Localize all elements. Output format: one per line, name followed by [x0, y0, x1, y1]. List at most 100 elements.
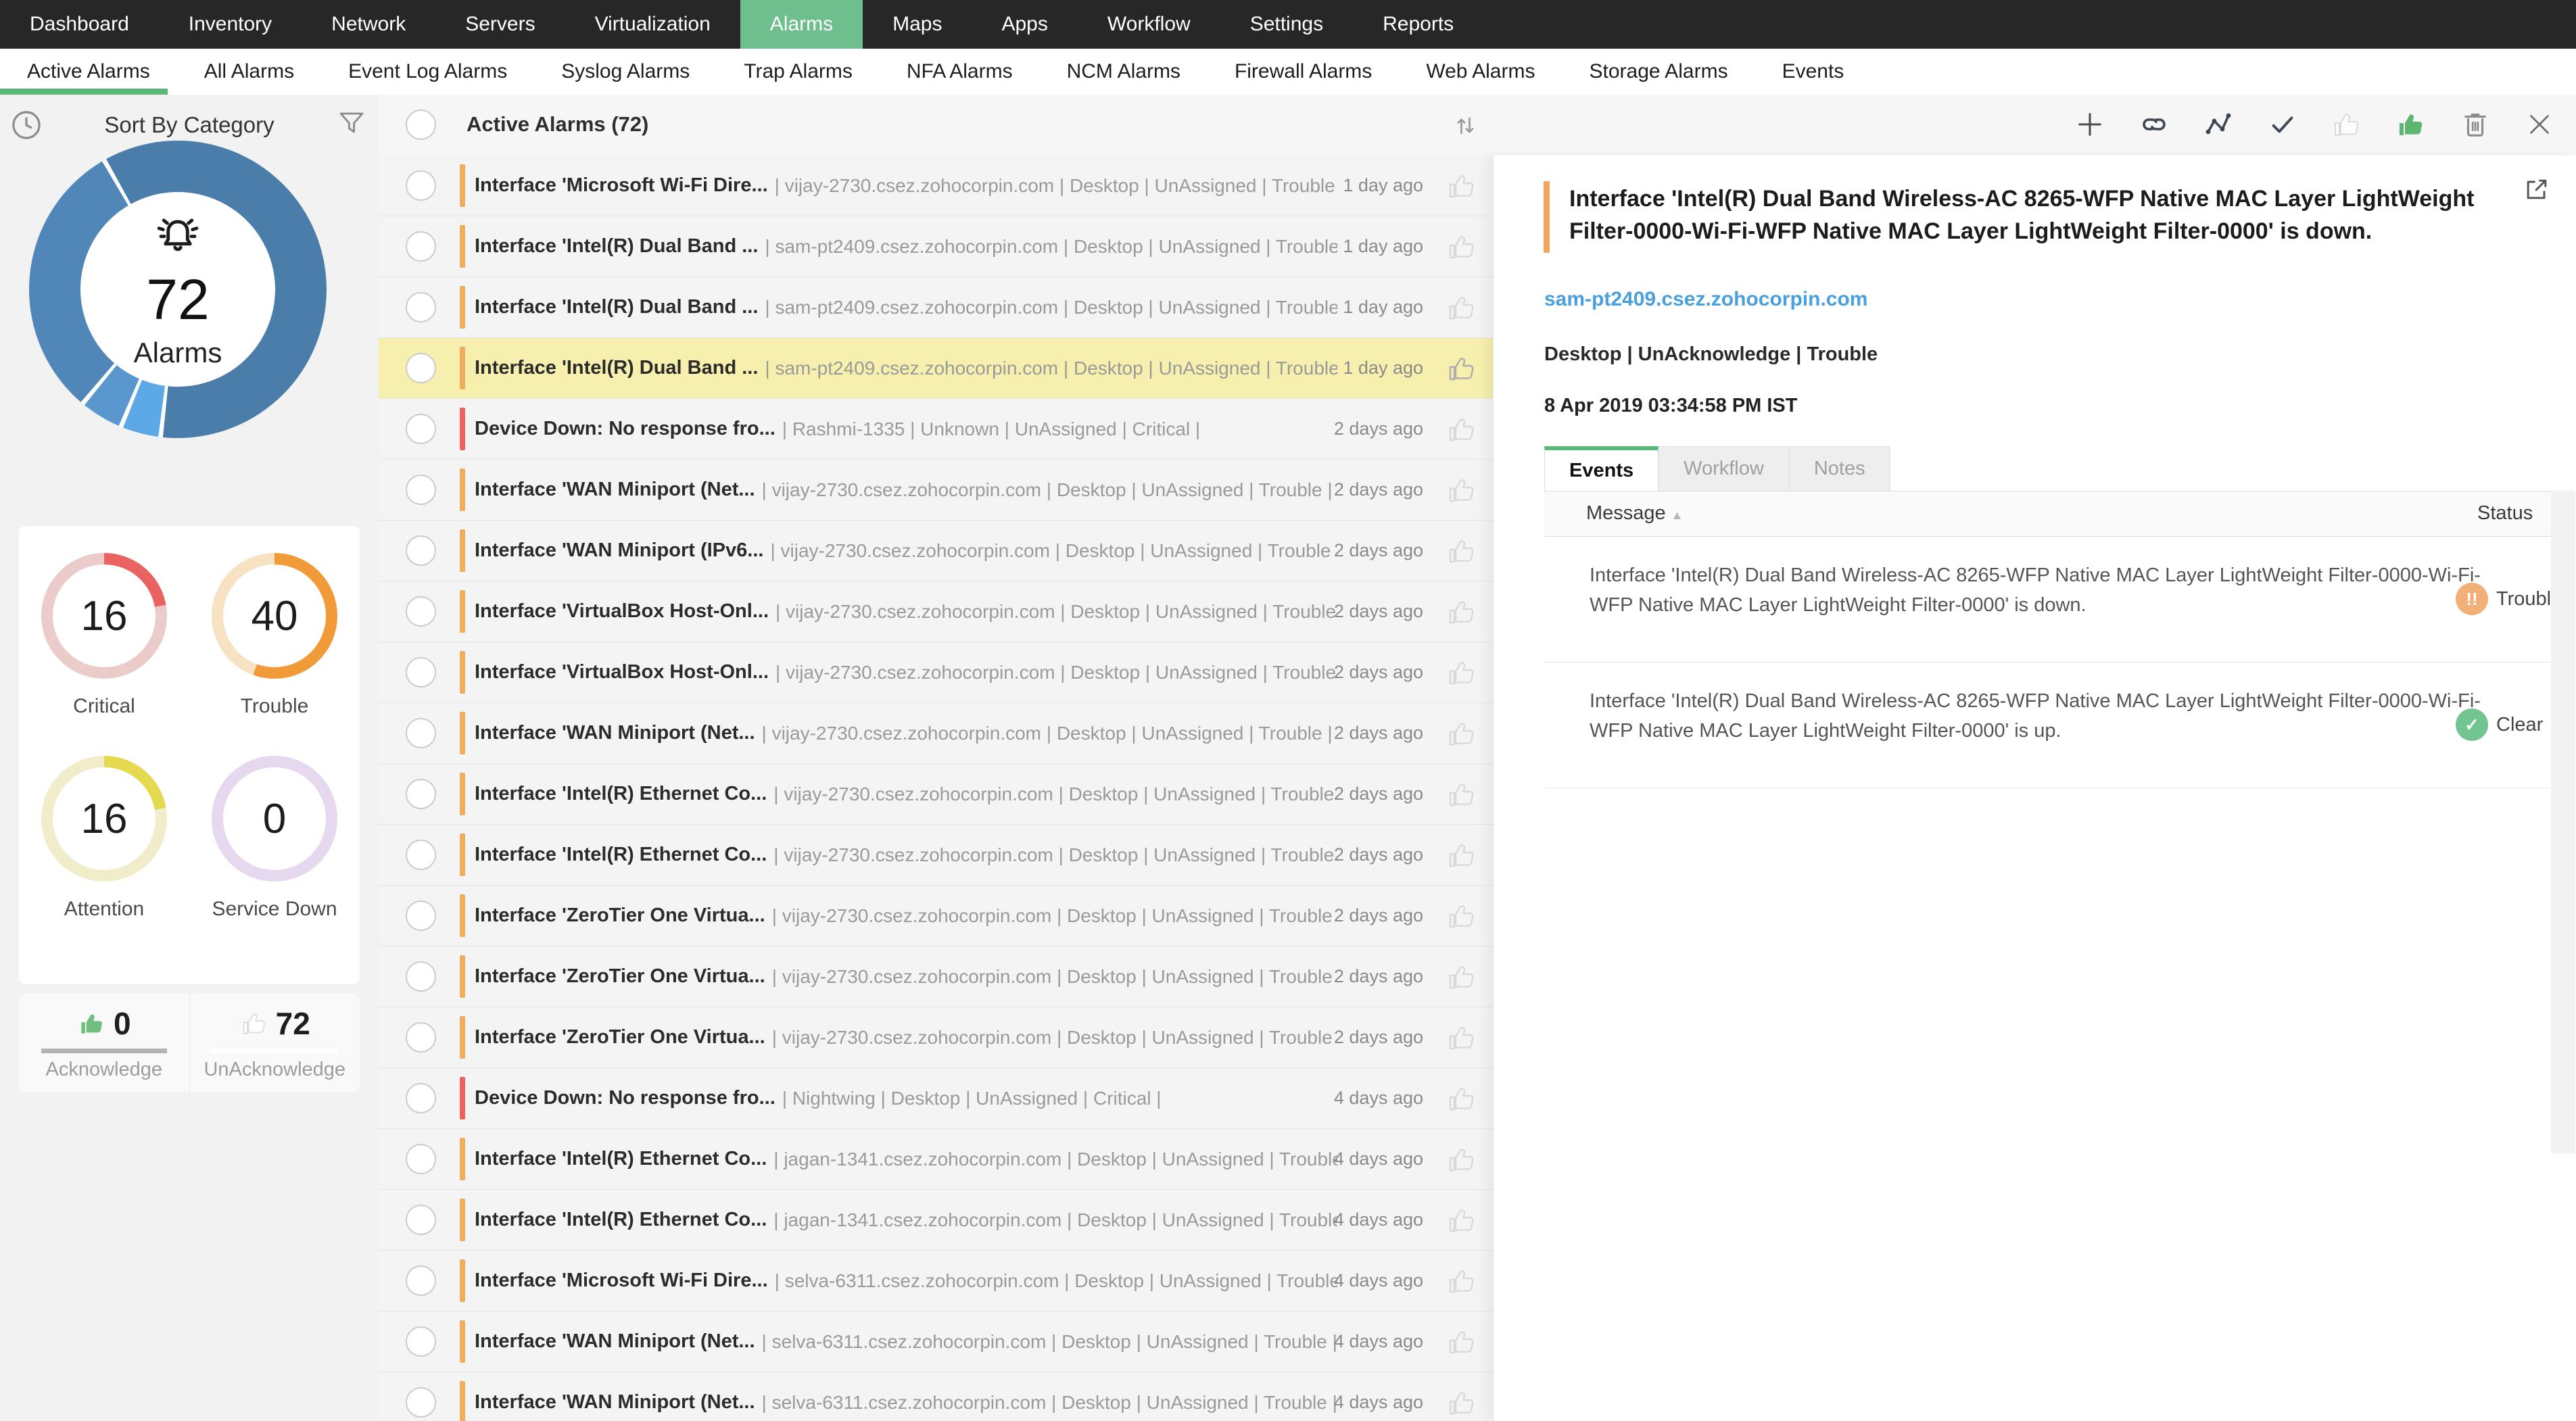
- top-nav-item-reports[interactable]: Reports: [1353, 0, 1483, 49]
- top-nav-item-alarms[interactable]: Alarms: [740, 0, 863, 49]
- row-checkbox[interactable]: [406, 718, 436, 748]
- row-checkbox[interactable]: [406, 475, 436, 505]
- detail-tab-notes[interactable]: Notes: [1788, 446, 1890, 491]
- severity-stat[interactable]: 16 Critical: [41, 553, 167, 718]
- severity-stat[interactable]: 40 Trouble: [212, 553, 337, 718]
- close-icon[interactable]: [2523, 108, 2556, 141]
- row-checkbox[interactable]: [406, 779, 436, 809]
- severity-stat[interactable]: 0 Service Down: [212, 756, 337, 921]
- alarms-donut-chart[interactable]: 72 Alarms: [29, 141, 327, 438]
- alarm-row[interactable]: Interface 'WAN Miniport (Net... | vijay-2…: [379, 703, 1493, 764]
- thumbs-up-icon[interactable]: [1446, 1265, 1478, 1297]
- alarm-row[interactable]: Interface 'Intel(R) Ethernet Co... | jaga…: [379, 1190, 1493, 1251]
- scroll-gutter[interactable]: [2551, 491, 2575, 1153]
- thumbs-up-icon[interactable]: [1446, 535, 1478, 567]
- alarm-row[interactable]: Interface 'Intel(R) Dual Band ... | sam-p…: [379, 277, 1493, 338]
- alarm-row[interactable]: Interface 'ZeroTier One Virtua... | vijay…: [379, 946, 1493, 1007]
- thumbs-up-icon[interactable]: [1446, 1326, 1478, 1358]
- alarm-row[interactable]: Interface 'Intel(R) Dual Band ... | sam-p…: [379, 216, 1493, 277]
- thumbs-up-icon[interactable]: [1446, 778, 1478, 811]
- sub-nav-item-events[interactable]: Events: [1755, 49, 1871, 95]
- thumbs-up-icon[interactable]: [1446, 231, 1478, 263]
- alarm-row[interactable]: Interface 'Microsoft Wi-Fi Dire... | vija…: [379, 155, 1493, 216]
- alarm-row[interactable]: Interface 'ZeroTier One Virtua... | vijay…: [379, 1007, 1493, 1068]
- alarm-row[interactable]: Interface 'Microsoft Wi-Fi Dire... | selv…: [379, 1251, 1493, 1311]
- column-status[interactable]: Status: [2477, 502, 2533, 525]
- alarm-row[interactable]: Interface 'Intel(R) Dual Band ... | sam-p…: [379, 338, 1493, 399]
- row-checkbox[interactable]: [406, 353, 436, 383]
- row-checkbox[interactable]: [406, 1083, 436, 1113]
- open-external-icon[interactable]: [2522, 174, 2552, 204]
- unacknowledge-stat[interactable]: 72 UnAcknowledge: [190, 994, 360, 1092]
- alarm-row[interactable]: Interface 'ZeroTier One Virtua... | vijay…: [379, 886, 1493, 946]
- row-checkbox[interactable]: [406, 535, 436, 566]
- sort-icon[interactable]: [1450, 111, 1480, 141]
- row-checkbox[interactable]: [406, 170, 436, 201]
- row-checkbox[interactable]: [406, 1022, 436, 1053]
- sub-nav-item-event-log-alarms[interactable]: Event Log Alarms: [321, 49, 534, 95]
- sub-nav-item-all-alarms[interactable]: All Alarms: [177, 49, 321, 95]
- alarm-row[interactable]: Interface 'Intel(R) Ethernet Co... | jaga…: [379, 1129, 1493, 1190]
- thumbs-up-icon[interactable]: [1446, 1082, 1478, 1115]
- sub-nav-item-nfa-alarms[interactable]: NFA Alarms: [880, 49, 1040, 95]
- detail-tab-events[interactable]: Events: [1544, 446, 1659, 491]
- top-nav-item-apps[interactable]: Apps: [972, 0, 1077, 49]
- row-checkbox[interactable]: [406, 1266, 436, 1296]
- thumbs-up-icon[interactable]: [1446, 656, 1478, 689]
- alarm-row[interactable]: Interface 'WAN Miniport (IPv6... | vijay-…: [379, 521, 1493, 581]
- sub-nav-item-firewall-alarms[interactable]: Firewall Alarms: [1208, 49, 1399, 95]
- thumbs-up-icon[interactable]: [1446, 839, 1478, 871]
- row-checkbox[interactable]: [406, 292, 436, 322]
- thumbs-up-icon[interactable]: [1446, 900, 1478, 932]
- alarm-row[interactable]: Interface 'VirtualBox Host-Onl... | vijay…: [379, 642, 1493, 703]
- row-checkbox[interactable]: [406, 657, 436, 688]
- severity-stat[interactable]: 16 Attention: [41, 756, 167, 921]
- column-message[interactable]: Message ▲: [1586, 502, 1684, 525]
- detail-tab-workflow[interactable]: Workflow: [1659, 446, 1789, 491]
- activity-icon[interactable]: [2202, 108, 2235, 141]
- row-checkbox[interactable]: [406, 1326, 436, 1357]
- row-checkbox[interactable]: [406, 231, 436, 262]
- thumbs-up-icon[interactable]: [1446, 170, 1478, 202]
- thumbs-up-icon[interactable]: [1446, 1387, 1478, 1419]
- thumbs-up-icon[interactable]: [1446, 1204, 1478, 1236]
- sub-nav-item-syslog-alarms[interactable]: Syslog Alarms: [534, 49, 717, 95]
- alarm-row[interactable]: Interface 'VirtualBox Host-Onl... | vijay…: [379, 581, 1493, 642]
- sub-nav-item-web-alarms[interactable]: Web Alarms: [1399, 49, 1562, 95]
- alarm-row[interactable]: Device Down: No response fro... | Rashmi-…: [379, 399, 1493, 460]
- sub-nav-item-trap-alarms[interactable]: Trap Alarms: [717, 49, 880, 95]
- alarm-row[interactable]: Device Down: No response fro... | Nightwi…: [379, 1068, 1493, 1129]
- event-row[interactable]: Interface 'Intel(R) Dual Band Wireless-A…: [1544, 663, 2551, 788]
- trash-icon[interactable]: [2459, 108, 2491, 141]
- thumbs-up-icon[interactable]: [1446, 352, 1478, 385]
- device-link[interactable]: sam-pt2409.csez.zohocorpin.com: [1544, 288, 1867, 311]
- filter-icon[interactable]: [335, 108, 368, 141]
- row-checkbox[interactable]: [406, 1205, 436, 1235]
- alarm-row[interactable]: Interface 'WAN Miniport (Net... | vijay-2…: [379, 460, 1493, 521]
- top-nav-item-workflow[interactable]: Workflow: [1078, 0, 1220, 49]
- top-nav-item-inventory[interactable]: Inventory: [159, 0, 302, 49]
- top-nav-item-settings[interactable]: Settings: [1220, 0, 1353, 49]
- row-checkbox[interactable]: [406, 1144, 436, 1174]
- top-nav-item-dashboard[interactable]: Dashboard: [0, 0, 159, 49]
- top-nav-item-virtualization[interactable]: Virtualization: [565, 0, 740, 49]
- thumbs-up-icon[interactable]: [1446, 1143, 1478, 1176]
- row-checkbox[interactable]: [406, 840, 436, 870]
- alarm-row[interactable]: Interface 'Intel(R) Ethernet Co... | vija…: [379, 764, 1493, 825]
- row-checkbox[interactable]: [406, 596, 436, 627]
- sub-nav-item-ncm-alarms[interactable]: NCM Alarms: [1040, 49, 1208, 95]
- add-icon[interactable]: [2074, 108, 2106, 141]
- select-all-checkbox[interactable]: [406, 110, 436, 140]
- thumbs-up-outline-icon[interactable]: [2331, 108, 2363, 141]
- top-nav-item-maps[interactable]: Maps: [863, 0, 972, 49]
- sub-nav-item-storage-alarms[interactable]: Storage Alarms: [1562, 49, 1755, 95]
- alarm-row[interactable]: Interface 'WAN Miniport (Net... | selva-6…: [379, 1372, 1493, 1421]
- thumbs-up-icon[interactable]: [1446, 596, 1478, 628]
- sub-nav-item-active-alarms[interactable]: Active Alarms: [0, 49, 177, 95]
- top-nav-item-servers[interactable]: Servers: [435, 0, 565, 49]
- thumbs-up-icon[interactable]: [1446, 961, 1478, 993]
- acknowledge-stat[interactable]: 0 Acknowledge: [19, 994, 190, 1092]
- alarm-row[interactable]: Interface 'WAN Miniport (Net... | selva-6…: [379, 1311, 1493, 1372]
- thumbs-up-icon[interactable]: [1446, 1021, 1478, 1054]
- link-icon[interactable]: [2138, 108, 2170, 141]
